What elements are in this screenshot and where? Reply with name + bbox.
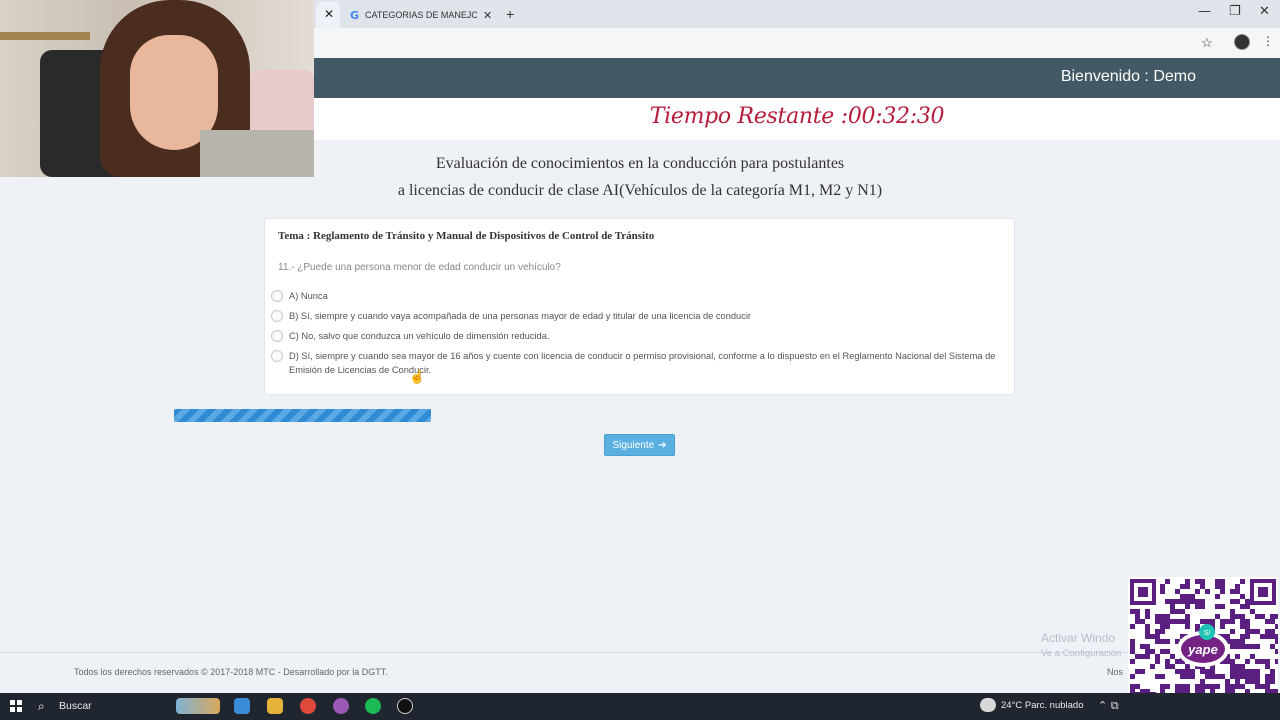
option-b[interactable]: B) Sí, siempre y cuando vaya acompañada … <box>271 309 1001 323</box>
taskbar-app-explorer-icon[interactable] <box>267 698 283 714</box>
close-tab-icon[interactable]: ✕ <box>324 7 334 21</box>
weather-cloud-icon[interactable] <box>980 698 996 712</box>
option-d-radio[interactable] <box>271 350 283 362</box>
option-d-label[interactable]: D) Sí, siempre y cuando sea mayor de 16 … <box>289 349 1001 377</box>
minimize-button[interactable]: — <box>1198 4 1211 19</box>
browser-menu-icon[interactable]: ⋮ <box>1262 34 1274 48</box>
timer-label: Tiempo Restante : <box>649 104 848 129</box>
exam-title-line2: a licencias de conducir de clase AI(Vehí… <box>397 182 883 199</box>
new-tab-button[interactable]: + <box>506 6 514 22</box>
search-icon[interactable]: ⌕ <box>38 699 45 714</box>
qr-brand-text: yape <box>1187 642 1218 657</box>
option-a[interactable]: A) Nunca <box>271 289 1001 303</box>
option-a-radio[interactable] <box>271 290 283 302</box>
taskbar-app-discord-icon[interactable] <box>333 698 349 714</box>
restore-button[interactable]: ❐ <box>1229 4 1241 19</box>
tab-title: CATEGORIAS DE MANEJO - Bus <box>365 10 478 20</box>
taskbar-app-obs-icon[interactable] <box>397 698 413 714</box>
taskbar-search[interactable]: Buscar <box>59 700 92 712</box>
bookmark-star-icon[interactable]: ☆ <box>1201 35 1213 51</box>
hand-cursor-icon: ☝ <box>409 369 426 384</box>
footer-copyright: Todos los derechos reservados © 2017-201… <box>74 667 388 677</box>
option-d[interactable]: D) Sí, siempre y cuando sea mayor de 16 … <box>271 349 1001 377</box>
next-button[interactable]: Siguiente ➔ <box>604 434 675 456</box>
qr-badge-text: S/ <box>1204 630 1211 637</box>
browser-tab-active[interactable]: ✕ <box>316 2 340 28</box>
system-tray[interactable]: ⌃ ⧉ <box>1098 699 1119 713</box>
exam-title: Evaluación de conocimientos en la conduc… <box>314 150 966 204</box>
option-a-label[interactable]: A) Nunca <box>289 289 328 303</box>
profile-avatar[interactable] <box>1234 34 1250 50</box>
option-c[interactable]: C) No, salvo que conduzca un vehículo de… <box>271 329 1001 343</box>
option-c-label[interactable]: C) No, salvo que conduzca un vehículo de… <box>289 329 549 343</box>
address-bar[interactable] <box>314 28 1280 59</box>
arrow-right-icon: ➔ <box>658 439 667 451</box>
taskbar-app-copilot-icon[interactable] <box>234 698 250 714</box>
taskbar-search-highlight[interactable] <box>176 698 220 714</box>
time-remaining: Tiempo Restante :00:32:30 <box>314 104 1280 129</box>
question-text: 11.- ¿Puede una persona menor de edad co… <box>278 262 561 273</box>
option-b-radio[interactable] <box>271 310 283 322</box>
taskbar-app-chrome-icon[interactable] <box>300 698 316 714</box>
windows-start-icon[interactable] <box>10 700 22 712</box>
google-favicon-icon: G <box>350 8 360 22</box>
exam-title-line1: Evaluación de conocimientos en la conduc… <box>435 155 845 172</box>
close-window-button[interactable]: ✕ <box>1259 4 1270 19</box>
timer-value: 00:32:30 <box>847 104 945 129</box>
option-c-radio[interactable] <box>271 330 283 342</box>
webcam-overlay <box>0 0 314 177</box>
option-b-label[interactable]: B) Sí, siempre y cuando vaya acompañada … <box>289 309 751 323</box>
browser-tab-categorias[interactable]: G CATEGORIAS DE MANEJO - Bus ✕ <box>344 2 500 28</box>
progress-bar <box>174 409 431 422</box>
footer-link[interactable]: Nos <box>1107 667 1123 677</box>
close-tab-icon[interactable]: ✕ <box>483 9 492 22</box>
activate-windows-subtitle: Ve a Configuración <box>1041 648 1122 659</box>
question-topic: Tema : Reglamento de Tránsito y Manual d… <box>278 230 655 242</box>
activate-windows-title: Activar Windo <box>1041 631 1116 645</box>
taskbar-app-spotify-icon[interactable] <box>365 698 381 714</box>
welcome-text: Bienvenido : Demo <box>1060 68 1196 85</box>
taskbar-weather[interactable]: 24°C Parc. nublado <box>1001 700 1084 711</box>
next-button-label: Siguiente <box>612 439 655 451</box>
